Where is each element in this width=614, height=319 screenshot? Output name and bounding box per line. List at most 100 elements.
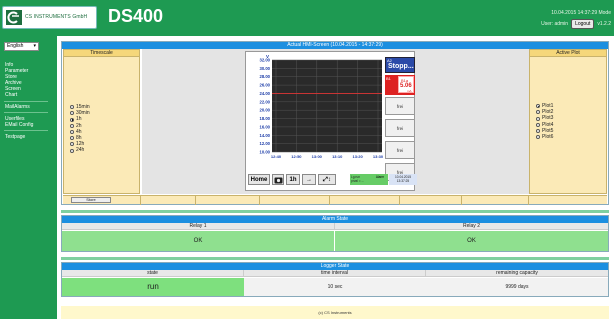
nav-divider	[4, 112, 48, 113]
user-row: User: admin Logout v1.2.2	[491, 19, 611, 29]
logger-col-capacity: remaining capacity	[426, 270, 608, 277]
header-status: 10.04.2015 14:37:29 Mode User: admin Log…	[491, 10, 611, 29]
nav-group-main: Info Parameter Store Archive Screen Char…	[5, 62, 28, 98]
logout-button[interactable]: Logout	[571, 19, 595, 29]
y-tick-label: 28.00	[260, 74, 271, 79]
y-tick-label: 16.00	[260, 124, 271, 129]
page-footer: (c) CS Instruments	[61, 306, 609, 319]
stop-tile[interactable]: A2 Stopp...	[385, 57, 415, 73]
footer-cell	[141, 196, 196, 205]
x-tick-label: 12:40	[271, 154, 282, 159]
footer-cell	[462, 196, 529, 205]
y-tick-label: 20.00	[260, 108, 271, 113]
y-tick-label: 22.00	[260, 99, 271, 104]
nav-group-test: Testpage	[5, 134, 25, 140]
radio-button[interactable]	[70, 105, 74, 110]
logger-state-value: run	[62, 278, 244, 296]
radio-button[interactable]	[70, 123, 74, 128]
logger-state-title: Logger State	[62, 263, 608, 270]
home-button[interactable]: Home	[248, 174, 270, 185]
radio-button[interactable]	[70, 136, 74, 141]
footer-cell	[400, 196, 462, 205]
y-tick-label: 24.00	[260, 91, 271, 96]
company-logo: CS INSTRUMENTS GmbH	[2, 6, 97, 29]
alarm-indicator: Alarm	[372, 174, 388, 185]
radio-button[interactable]	[536, 110, 540, 115]
radio-button[interactable]	[70, 148, 74, 153]
footer-cell	[260, 196, 330, 205]
plot-option-label: Plot6	[542, 134, 554, 141]
zoom-button[interactable]: ⤢↕	[318, 174, 336, 185]
radio-button[interactable]	[70, 117, 74, 122]
footer-cell	[196, 196, 260, 205]
sidebar: English ▾ Info Parameter Store Archive S…	[0, 36, 57, 319]
y-tick-label: 18.00	[260, 116, 271, 121]
relay-1-status: OK	[62, 231, 335, 251]
nav-group-alarms: MailAlarms	[5, 104, 30, 110]
radio-button[interactable]	[70, 111, 74, 116]
alarm-state-panel: Alarm State Relay 1 Relay 2 OK OK	[61, 215, 609, 252]
section-divider	[61, 257, 609, 260]
free-slot-button[interactable]: frei	[385, 141, 415, 159]
radio-button[interactable]	[70, 142, 74, 147]
timescale-header: Timescale	[64, 50, 139, 57]
radio-button[interactable]	[70, 129, 74, 134]
scroll-right-button[interactable]: →	[302, 174, 316, 185]
radio-button[interactable]	[536, 128, 540, 133]
plot-option[interactable]: Plot6	[536, 134, 553, 140]
timescale-panel: Timescale 15min 30min 1h 2h 4h 8h 12h 24h	[63, 49, 140, 194]
logo-icon	[6, 10, 22, 25]
free-slot-button[interactable]: frei	[385, 119, 415, 137]
logger-interval-value: 10 sec	[244, 278, 426, 296]
x-tick-label: 13:10	[332, 154, 343, 159]
x-tick-label: 13:20	[352, 154, 363, 159]
sidebar-item-chart[interactable]: Chart	[5, 92, 28, 98]
logger-capacity-value: 9999 days	[426, 278, 608, 296]
nav-divider	[4, 101, 48, 102]
relay-2-status: OK	[335, 231, 608, 251]
b1-tile[interactable]: B1 B1a 5.06 mA	[385, 75, 415, 95]
radio-button[interactable]	[536, 135, 540, 140]
nav-group-config: Userfiles EMail Config	[5, 116, 33, 128]
language-select[interactable]: English ▾	[4, 42, 39, 51]
y-tick-label: 10.00	[260, 150, 271, 155]
alarm-state-title: Alarm State	[62, 216, 608, 223]
device-screen: 32.00 30.00 28.00 26.00 24.00 22.00 20.00 18.00…	[245, 51, 417, 191]
zoom-icon: ⤢↕	[323, 177, 331, 183]
sidebar-item-email-config[interactable]: EMail Config	[5, 122, 33, 128]
radio-button[interactable]	[536, 116, 540, 121]
hmi-footer-bar: Store	[63, 195, 607, 205]
store-button[interactable]: Store	[71, 197, 111, 203]
logger-run-indicator: Lg.run prval = ...	[350, 174, 372, 185]
hmi-title: Actual HMI-Screen (10.04.2015 - 14:37:29…	[62, 42, 608, 49]
logger-col-interval: time interval	[244, 270, 426, 277]
sidebar-item-mailalarms[interactable]: MailAlarms	[5, 104, 30, 110]
nav-divider	[4, 130, 48, 131]
interval-label: prval = ...	[351, 179, 365, 183]
sidebar-item-testpage[interactable]: Testpage	[5, 134, 25, 140]
relay-2-header: Relay 2	[335, 223, 608, 230]
camera-icon	[274, 177, 282, 184]
chevron-down-icon: ▾	[33, 43, 36, 49]
logo-text: CS INSTRUMENTS GmbH	[25, 14, 88, 20]
user-label: User: admin	[541, 21, 569, 27]
timescale-option[interactable]: 24h	[70, 147, 90, 153]
plot-options: Plot1 Plot2 Plot3 Plot4 Plot5 Plot6	[536, 103, 553, 140]
logger-col-state: state	[62, 270, 244, 277]
relay-1-header: Relay 1	[62, 223, 335, 230]
b1-label: B1	[386, 76, 391, 81]
hmi-screen-area: 32.00 30.00 28.00 26.00 24.00 22.00 20.00 18.00…	[142, 49, 529, 194]
y-tick-label: 26.00	[260, 83, 271, 88]
timescale-option-label: 24h	[76, 147, 85, 154]
free-slot-button[interactable]: frei	[385, 97, 415, 115]
b1-unit: mA	[407, 89, 412, 93]
b1-value-box: B1a 5.06 mA	[398, 76, 414, 93]
camera-button[interactable]	[272, 174, 284, 185]
arrow-right-icon: →	[306, 177, 312, 183]
radio-button[interactable]	[536, 122, 540, 127]
trend-chart: 32.0030.0028.0026.0024.0022.0020.0018.00…	[260, 54, 384, 159]
radio-button[interactable]	[536, 104, 540, 109]
timescale-1h-button[interactable]: 1h	[286, 174, 300, 185]
active-plot-panel: Active Plot Plot1 Plot2 Plot3 Plot4 Plot5 Plo…	[529, 49, 607, 194]
y-tick-label: 30.00	[260, 66, 271, 71]
